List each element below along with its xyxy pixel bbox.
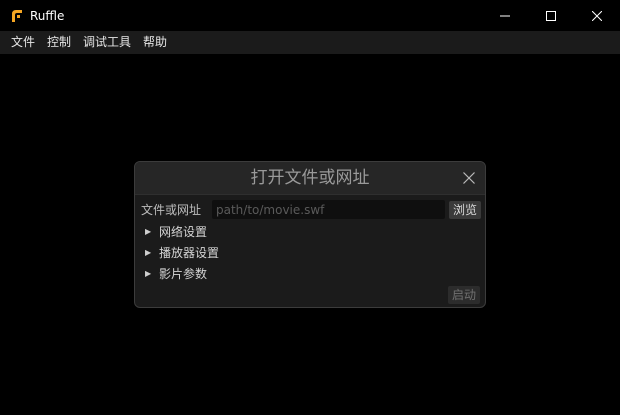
menu-help[interactable]: 帮助 — [137, 31, 173, 54]
section-label: 播放器设置 — [159, 246, 220, 260]
dialog-header: 打开文件或网址 — [135, 162, 485, 195]
maximize-button[interactable] — [528, 0, 574, 31]
url-label: 文件或网址 — [141, 203, 202, 217]
browse-button[interactable]: 浏览 — [449, 201, 481, 219]
minimize-button[interactable] — [482, 0, 528, 31]
expand-triangle-icon: ▶ — [145, 227, 152, 236]
menu-file[interactable]: 文件 — [5, 31, 41, 54]
start-button[interactable]: 启动 — [448, 286, 480, 304]
expand-triangle-icon: ▶ — [145, 269, 152, 278]
title-bar: Ruffle — [0, 0, 620, 31]
app-title: Ruffle — [30, 8, 65, 23]
menu-bar: 文件 控制 调试工具 帮助 — [0, 31, 620, 54]
close-window-button[interactable] — [574, 0, 620, 31]
window-controls — [482, 0, 620, 31]
ruffle-logo-icon — [12, 9, 22, 22]
section-player-settings[interactable]: ▶ 播放器设置 — [145, 245, 219, 261]
section-label: 网络设置 — [159, 225, 208, 239]
open-dialog: 打开文件或网址 文件或网址 浏览 ▶ 网络设置 ▶ 播放器设置 ▶ 影片参数 启… — [134, 161, 486, 308]
dialog-title: 打开文件或网址 — [250, 168, 370, 188]
section-network-settings[interactable]: ▶ 网络设置 — [145, 224, 207, 240]
url-input[interactable] — [212, 200, 445, 219]
expand-triangle-icon: ▶ — [145, 248, 152, 257]
minimize-icon — [500, 15, 510, 16]
url-row: 文件或网址 浏览 — [141, 200, 481, 219]
menu-control[interactable]: 控制 — [41, 31, 77, 54]
maximize-icon — [546, 10, 556, 21]
section-movie-parameters[interactable]: ▶ 影片参数 — [145, 266, 207, 282]
dialog-close-icon[interactable] — [462, 171, 476, 185]
menu-debug-tools[interactable]: 调试工具 — [77, 31, 137, 54]
close-icon — [592, 10, 602, 21]
section-label: 影片参数 — [159, 267, 208, 281]
